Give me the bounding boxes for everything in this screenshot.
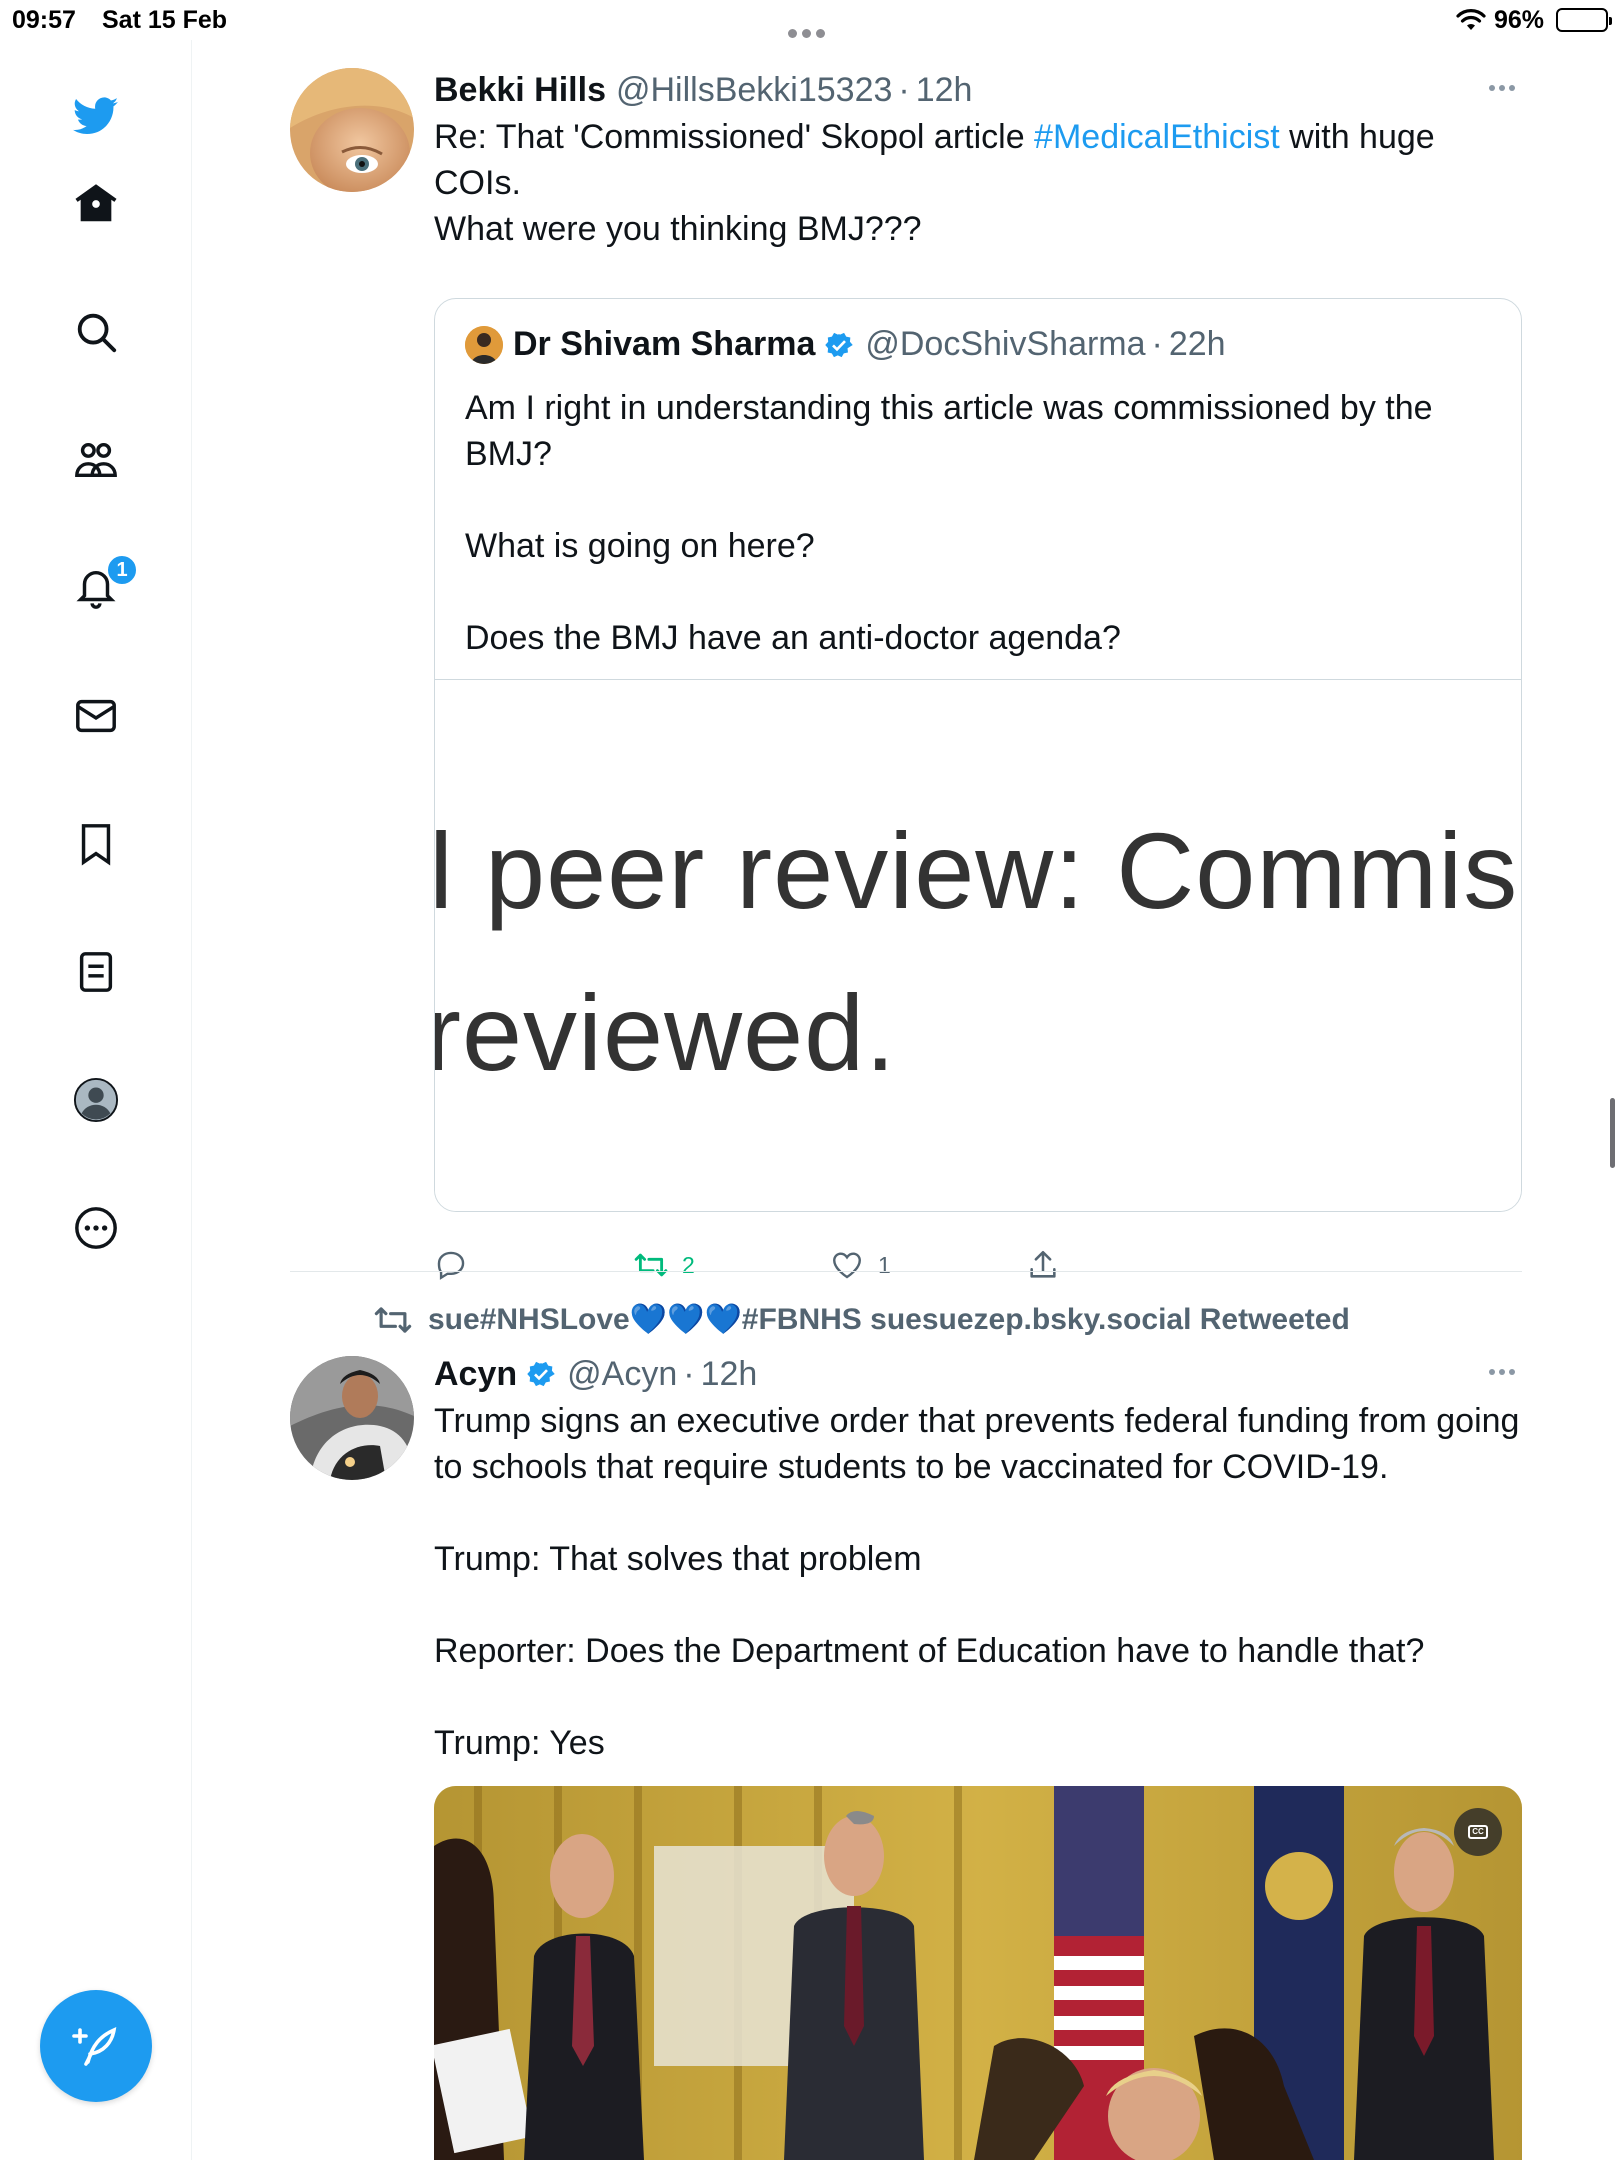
bookmark-icon[interactable]: [68, 816, 124, 872]
author-handle[interactable]: @HillsBekki15323: [616, 71, 892, 110]
avatar[interactable]: [290, 68, 414, 192]
verified-badge-icon: [825, 332, 854, 357]
quoted-tweet-header: Dr Shivam Sharma @DocShivSharma · 22h: [465, 325, 1226, 364]
messages-envelope-icon[interactable]: [68, 688, 124, 744]
tweet-age[interactable]: 12h: [701, 1355, 758, 1394]
battery-icon: [1556, 8, 1612, 32]
retweeted-by[interactable]: sue#NHSLove💙💙💙#FBNHS suesuezep.bsky.soci…: [374, 1302, 1350, 1337]
reply-button[interactable]: [434, 1248, 482, 1282]
notifications-bell-icon[interactable]: 1: [68, 554, 138, 616]
quoted-avatar: [465, 325, 503, 364]
quoted-tweet-image[interactable]: l peer review: Commissio reviewed.: [435, 679, 1521, 1211]
author-name[interactable]: Bekki Hills: [434, 71, 606, 110]
image-text-line-2: reviewed.: [435, 972, 897, 1093]
twitter-bird-icon[interactable]: [68, 88, 124, 144]
notifications-badge: 1: [106, 554, 138, 586]
avatar[interactable]: [290, 1356, 414, 1480]
status-bar: 09:57 Sat 15 Feb 96%: [0, 0, 1620, 40]
like-count: 1: [878, 1251, 891, 1278]
closed-captions-button[interactable]: CC: [1454, 1808, 1502, 1856]
quoted-author-name[interactable]: Dr Shivam Sharma: [513, 325, 815, 364]
oval-office-scene: [434, 1786, 1522, 2160]
home-icon[interactable]: [68, 176, 124, 232]
separator-dot: ·: [1151, 325, 1163, 363]
like-button[interactable]: 1: [830, 1248, 891, 1282]
image-text-line-1: l peer review: Commissio: [435, 810, 1521, 931]
more-options-circle-icon[interactable]: [68, 1200, 124, 1256]
tweet-text-before: Re: That 'Commissioned' Skopol article: [434, 118, 1035, 156]
separator-dot: ·: [898, 70, 910, 109]
compose-feather-icon: [72, 2027, 117, 2066]
retweeted-by-label: sue#NHSLove💙💙💙#FBNHS suesuezep.bsky.soci…: [428, 1303, 1350, 1336]
quoted-tweet-text: Am I right in understanding this article…: [465, 389, 1433, 657]
battery-percent: 96%: [1494, 6, 1545, 34]
tweet-header: Acyn @Acyn · 12h: [434, 1352, 1522, 1396]
tweet-text: Re: That 'Commissioned' Skopol article #…: [434, 114, 1522, 252]
status-date: Sat 15 Feb: [102, 6, 228, 34]
quoted-tweet[interactable]: Dr Shivam Sharma @DocShivSharma · 22h Am…: [434, 298, 1522, 1212]
author-handle[interactable]: @Acyn: [567, 1355, 677, 1394]
communities-icon[interactable]: [68, 432, 124, 488]
share-button[interactable]: [1026, 1248, 1074, 1282]
more-options-icon[interactable]: [1482, 1352, 1522, 1392]
reply-icon: [437, 1251, 465, 1280]
author-name[interactable]: Acyn: [434, 1355, 517, 1394]
tweet-header: Bekki Hills @HillsBekki15323 · 12h: [434, 68, 1522, 112]
wifi-icon: [1456, 9, 1486, 30]
separator-dot: ·: [683, 1354, 695, 1393]
verified-badge-icon: [527, 1361, 555, 1387]
sidebar: 1: [0, 40, 192, 2160]
share-icon: [1030, 1250, 1056, 1278]
tweet[interactable]: Bekki Hills @HillsBekki15323 · 12h Re: T…: [290, 68, 1522, 1280]
retweet-button[interactable]: 2: [634, 1248, 695, 1282]
profile-avatar-icon[interactable]: [68, 1072, 124, 1128]
multitasking-dots-icon[interactable]: [788, 16, 834, 38]
quoted-tweet-age: 22h: [1168, 325, 1226, 363]
retweet-icon: [374, 1306, 412, 1333]
status-time: 09:57: [12, 6, 76, 34]
lists-icon[interactable]: [68, 944, 124, 1000]
tweet-actions: 2 1: [434, 1248, 1234, 1292]
tweet[interactable]: Acyn @Acyn · 12h Trump signs an executiv…: [290, 1352, 1522, 2160]
closed-captions-icon: CC: [1468, 1825, 1488, 1839]
search-icon[interactable]: [68, 304, 124, 360]
hashtag-link[interactable]: #MedicalEthicist: [1034, 118, 1280, 156]
retweet-count: 2: [682, 1251, 695, 1278]
tweet-text: Trump signs an executive order that prev…: [434, 1402, 1520, 1762]
quoted-author-handle[interactable]: @DocShivSharma: [865, 325, 1145, 364]
tweet-divider: [290, 1271, 1522, 1272]
heart-icon: [833, 1252, 861, 1279]
more-options-icon[interactable]: [1482, 68, 1522, 108]
tweet-video-thumbnail[interactable]: CC: [434, 1786, 1522, 2160]
compose-tweet-button[interactable]: [40, 1990, 152, 2102]
tweet-age[interactable]: 12h: [916, 71, 973, 110]
scroll-indicator[interactable]: [1610, 1098, 1615, 1168]
retweet-icon: [634, 1253, 668, 1277]
